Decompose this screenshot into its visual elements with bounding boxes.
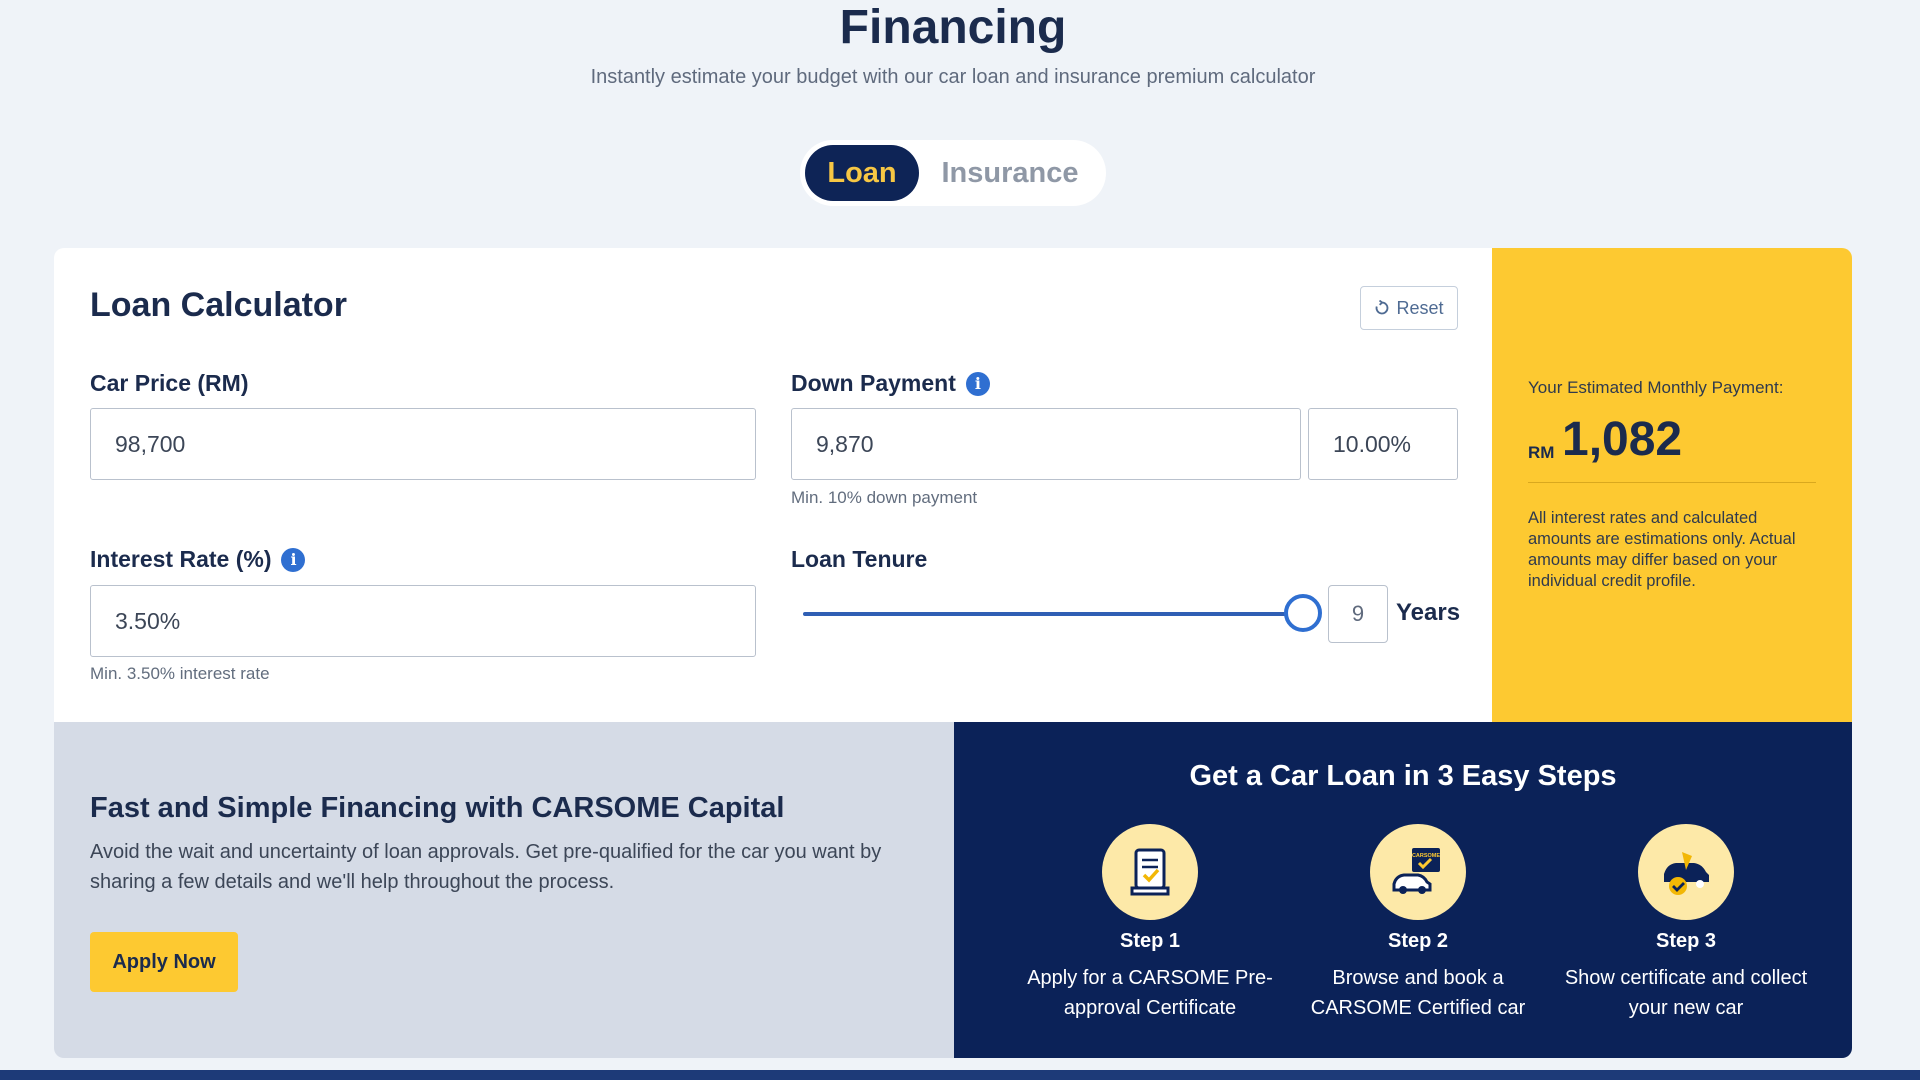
monthly-payment-label: Your Estimated Monthly Payment: (1528, 378, 1784, 397)
step-1-desc: Apply for a CARSOME Pre-approval Certifi… (1027, 967, 1273, 1019)
calculator-toggle: Loan Insurance (800, 140, 1106, 206)
step-2: CARSOME Step 2 Browse and book a CARSOME… (1283, 824, 1553, 1023)
step-2-name: Step 2 (1387, 930, 1449, 952)
certificate-icon (1102, 824, 1198, 920)
step-1-name: Step 1 (1119, 930, 1181, 952)
loan-tenure-slider-thumb[interactable] (1284, 594, 1322, 632)
reset-button[interactable]: Reset (1360, 286, 1458, 330)
car-price-label: Car Price (RM) (90, 370, 248, 397)
loan-calculator-card: Loan Calculator Reset Car Price (RM) 98,… (54, 248, 1492, 722)
monthly-payment-currency: RM (1528, 443, 1555, 462)
apply-now-button[interactable]: Apply Now (90, 932, 238, 992)
step-3-name: Step 3 (1655, 930, 1717, 952)
estimation-disclaimer: All interest rates and calculated amount… (1528, 509, 1796, 590)
car-showroom-icon: CARSOME (1370, 824, 1466, 920)
monthly-payment-panel: Your Estimated Monthly Payment: RM 1,082… (1492, 248, 1852, 722)
loan-tenure-label-text: Loan Tenure (791, 546, 928, 572)
calculator-title: Loan Calculator (90, 286, 347, 324)
loan-steps-panel: Get a Car Loan in 3 Easy Steps Step 1 Ap… (954, 722, 1852, 1058)
step-2-desc: Browse and book a CARSOME Certified car (1310, 967, 1526, 1019)
bottom-navigation-bar (0, 1070, 1920, 1080)
step-2-icon-badge: CARSOME (1412, 853, 1440, 859)
down-payment-label-text: Down Payment (791, 370, 956, 396)
car-price-label-text: Car Price (RM) (90, 370, 249, 396)
interest-rate-hint: Min. 3.50% interest rate (90, 664, 270, 683)
interest-rate-info-icon[interactable]: i (281, 547, 306, 572)
interest-rate-label-text: Interest Rate (%) (90, 546, 272, 572)
down-payment-hint: Min. 10% down payment (791, 488, 978, 507)
loan-tenure-label: Loan Tenure (791, 546, 927, 573)
result-divider (1528, 482, 1816, 483)
tab-loan[interactable]: Loan (805, 145, 919, 201)
page-subtitle: Instantly estimate your budget with our … (590, 66, 1316, 88)
page-title: Financing (839, 1, 1067, 54)
down-payment-input[interactable]: 9,870 (791, 408, 1301, 480)
step-1: Step 1 Apply for a CARSOME Pre-approval … (1015, 824, 1285, 1023)
steps-title: Get a Car Loan in 3 Easy Steps (1189, 760, 1617, 792)
monthly-payment-value: 1,082 (1562, 413, 1683, 466)
step-3-desc: Show certificate and collect your new ca… (1564, 967, 1808, 1019)
down-payment-percent-input[interactable]: 10.00% (1308, 408, 1458, 480)
loan-tenure-slider-track[interactable] (803, 612, 1311, 616)
financing-promo-panel: Fast and Simple Financing with CARSOME C… (54, 722, 954, 1058)
loan-tenure-years-input[interactable]: 9 (1328, 585, 1388, 643)
down-payment-label: Down Payment i (791, 370, 990, 397)
reset-icon (1376, 300, 1389, 315)
loan-tenure-unit: Years (1396, 599, 1461, 626)
reset-label: Reset (1396, 297, 1444, 318)
interest-rate-input[interactable]: 3.50% (90, 585, 756, 657)
step-3: Step 3 Show certificate and collect your… (1551, 824, 1821, 1023)
promo-text: Avoid the wait and uncertainty of loan a… (90, 841, 882, 893)
car-check-icon (1638, 824, 1734, 920)
car-price-input[interactable]: 98,700 (90, 408, 756, 480)
down-payment-info-icon[interactable]: i (965, 371, 990, 396)
interest-rate-label: Interest Rate (%) i (90, 546, 306, 573)
promo-title: Fast and Simple Financing with CARSOME C… (90, 792, 785, 824)
tab-insurance[interactable]: Insurance (926, 145, 1094, 201)
